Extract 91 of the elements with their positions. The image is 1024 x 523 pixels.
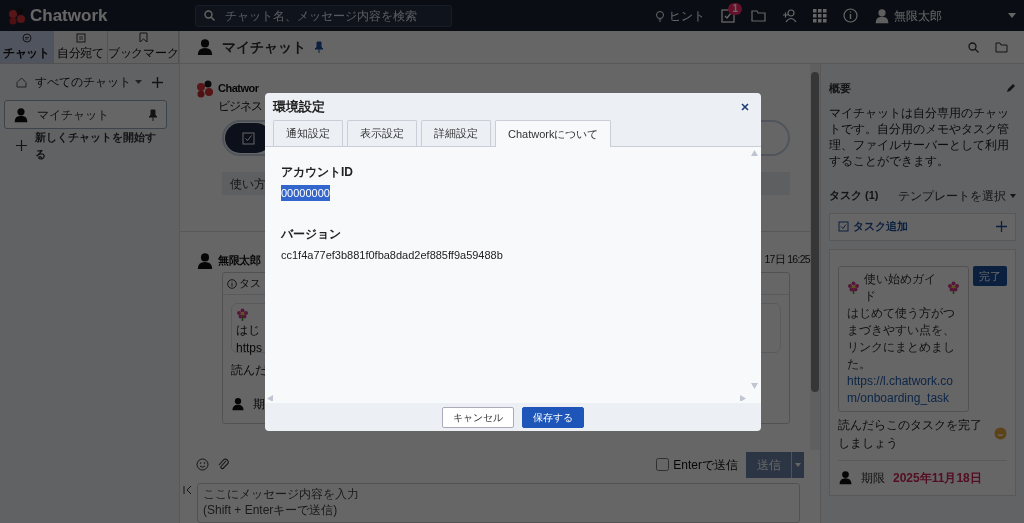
bookmark-icon [138,32,148,43]
close-icon[interactable] [741,102,749,111]
pin-icon [148,108,158,121]
logo-icon [8,6,26,25]
search-icon [204,10,216,21]
dialog-tab[interactable]: 詳細設定 [421,120,491,146]
chat-filter-dropdown[interactable]: すべてのチャット [35,73,142,91]
scroll-up-icon[interactable] [751,149,758,156]
paperclip-icon[interactable] [217,458,230,471]
task-note: 読んだらこのタスクを完了しましょう [838,416,983,452]
brand-name: Chatwork [30,4,108,27]
avatar-icon [874,7,890,24]
section-title: 概要 [829,81,851,96]
avatar-icon [13,106,29,123]
add-task-button[interactable]: タスク追加 [829,212,1016,241]
user-name[interactable]: 無限太郎 [894,6,942,25]
scrollbar-thumb[interactable] [811,72,819,392]
sidebar-tab[interactable]: 自分宛て [54,31,108,64]
checkbox-icon [838,221,849,232]
avatar-icon [231,397,245,411]
sidebar-tab[interactable]: チャット [0,31,54,64]
flower-icon [947,281,960,294]
caret-icon [1010,193,1016,198]
task-title: 使い始めガイド [864,270,937,305]
avatar-icon [838,470,853,485]
checkbox-label[interactable]: Enterで送信 [673,455,738,474]
enter-to-send-checkbox[interactable] [656,458,670,471]
scroll-left-icon[interactable] [267,395,274,401]
save-button[interactable]: 保存する [522,406,584,428]
dialog-tab[interactable]: 通知設定 [273,120,343,146]
room-title: マイチャット [222,37,306,57]
message-input[interactable]: ここにメッセージ内容を入力 (Shift + Enterキーで送信) [197,483,800,523]
field-value: 00000000 [281,184,330,201]
sender-name: Chatwor [218,81,260,96]
task-text: はじめて使う方がつまづきやすい点を、リンクにまとめました。 [847,304,956,373]
pencil-icon[interactable] [1006,83,1016,94]
due-date: 2025年11月18日 [893,469,982,487]
flower-icon [236,308,249,321]
field-label: バージョン [281,226,342,243]
emoji-icon[interactable] [196,458,209,471]
hint-link[interactable]: ヒント [669,6,705,25]
apps-grid-icon[interactable] [813,8,827,23]
new-chat-link[interactable]: 新しくチャットを開始する [35,129,163,162]
flower-icon [847,281,860,294]
link[interactable]: https://l.chatwork.com/onboarding_task [847,372,960,407]
task-header: タス [239,276,260,292]
home-icon [16,76,27,88]
message-time: 17日 16:25 [764,252,810,267]
sidebar-tab[interactable]: ブックマーク [108,31,180,64]
room-name: マイチャット [37,106,110,124]
chat-room-item[interactable]: マイチャット [4,100,167,129]
logo-icon [196,80,214,98]
info-icon [227,278,237,289]
collapse-icon[interactable] [183,485,193,495]
guide-link[interactable]: 使い方 [230,174,266,193]
notification-badge: 1 [728,2,742,15]
caret-icon [795,462,801,467]
dialog-tab[interactable]: 表示設定 [347,120,417,146]
avatar-icon [196,38,214,56]
scroll-down-icon[interactable] [751,383,758,389]
done-button[interactable]: 完了 [973,265,1007,286]
add-contact-icon[interactable] [782,8,797,23]
add-icon [996,221,1007,232]
checkbox-icon [241,131,255,145]
send-options-button[interactable] [791,451,804,478]
field-label: アカウントID [281,163,354,181]
caret-icon[interactable] [1008,13,1016,18]
template-dropdown[interactable]: テンプレートを選択 [898,186,1016,205]
search-icon[interactable] [968,41,979,53]
avatar-icon [196,252,214,270]
due-label: 期 [253,396,265,413]
summary-text: マイチャットは自分専用のチャットです。自分用のメモやタスク管理、ファイルサーバーとして利用することができます。 [828,104,1010,169]
message-text: ビジネス [218,97,262,115]
bulb-icon [655,9,665,22]
section-title: タスク (1) [829,188,879,204]
caret-icon [135,80,142,84]
folder-icon[interactable] [995,41,1008,53]
add-icon[interactable] [152,76,163,88]
task-text: はじ [236,322,261,339]
field-value: cc1f4a77ef3b881f0fba8dad2ef885ff9a59488b [281,248,503,263]
scroll-right-icon[interactable] [740,395,747,401]
smile-emoji-icon [994,427,1007,440]
due-label: 期限 [861,469,885,487]
sender-name: 無限太郎 [218,253,260,268]
cancel-button[interactable]: キャンセル [442,406,514,428]
dialog-title: 環境設定 [273,97,325,116]
info-icon[interactable] [843,8,858,23]
chat-bubble-icon [21,32,32,43]
task-check-icon[interactable] [721,8,735,23]
add-icon [16,140,27,151]
dialog-tab[interactable]: Chatworkについて [495,120,612,147]
